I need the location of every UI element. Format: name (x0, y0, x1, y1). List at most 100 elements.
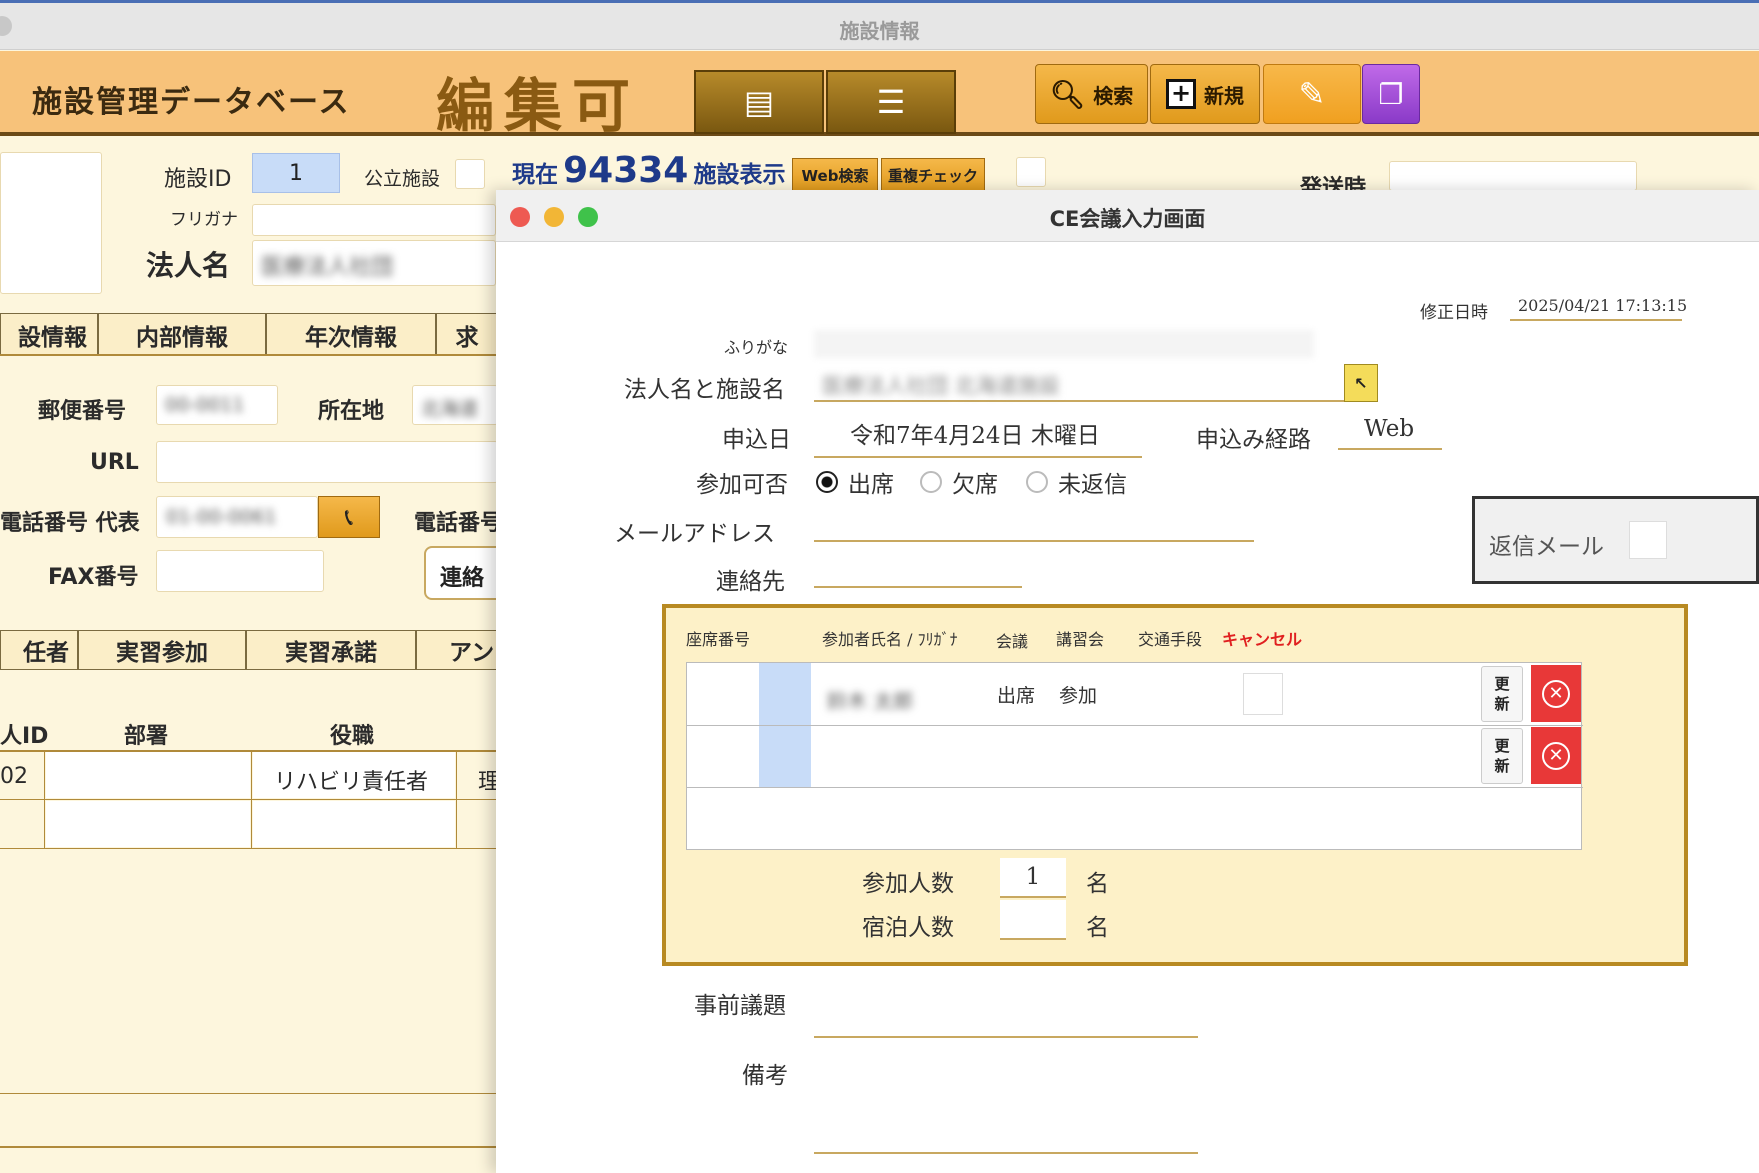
seat-cell[interactable] (687, 726, 759, 787)
location-field[interactable]: 北海道 (412, 385, 498, 425)
new-button[interactable]: + 新規 (1150, 64, 1260, 124)
transport-cell[interactable] (1243, 673, 1283, 715)
subtab-consent[interactable]: 実習承諾 (246, 630, 416, 670)
postal-label: 郵便番号 (38, 399, 127, 424)
fax-field[interactable] (156, 550, 324, 592)
search-button[interactable]: 🔍︎ 検索 (1035, 64, 1148, 124)
subtab-survey[interactable]: アン (416, 630, 498, 670)
staff-row-line (0, 799, 498, 800)
footer-line (0, 1146, 498, 1148)
facility-id-field[interactable]: 1 (252, 153, 340, 193)
windows-icon: ❐ (1378, 77, 1404, 111)
app-header: 施設管理データベース 編集可 ▤ ☰ 🔍︎ 検索 + 新規 ✎ ❐ (0, 51, 1759, 140)
contact-field[interactable] (814, 556, 1022, 588)
staff-row-line (0, 848, 498, 849)
tab-internal-info[interactable]: 内部情報 (98, 313, 266, 355)
remarks-field[interactable] (814, 1050, 1198, 1154)
staff-dept-cell[interactable] (46, 801, 250, 847)
participant-count-field[interactable]: 1 (1000, 858, 1066, 898)
seat-cell[interactable] (687, 663, 759, 725)
delete-button[interactable]: ✕ (1531, 727, 1581, 784)
list-view-icon: ☰ (876, 83, 906, 121)
list-view-button[interactable]: ☰ (826, 70, 956, 134)
attend-radio-present[interactable]: 出席 (816, 465, 894, 499)
kana-field[interactable] (252, 204, 496, 236)
public-facility-label: 公立施設 (364, 168, 441, 190)
arrow-up-left-icon: ↖ (1354, 373, 1368, 393)
attend-option-absent: 欠席 (952, 472, 998, 498)
attend-radio-noreply[interactable]: 未返信 (1026, 465, 1127, 499)
subtab-manager[interactable]: 任者 (0, 630, 78, 670)
staff-dept-cell[interactable] (46, 752, 250, 798)
form-view-button[interactable]: ▤ (694, 70, 824, 134)
phone-field[interactable]: 01-00-0061 (156, 496, 318, 538)
edit-status: 編集可 (436, 72, 641, 140)
url-label: URL (90, 450, 139, 475)
contact-button[interactable]: 連絡 (424, 546, 504, 600)
postal-field[interactable]: 00-0011 (156, 385, 278, 425)
dialog-title: CE会議入力画面 (1049, 207, 1206, 231)
attend-label: 参加可否 (696, 472, 788, 498)
reply-mail-checkbox[interactable] (1629, 521, 1667, 559)
route-label: 申込み経路 (1196, 427, 1311, 453)
staff-role-cell-bg[interactable] (253, 801, 455, 847)
current-suffix: 施設表示 (693, 162, 786, 188)
window-titlebar: 施設情報 (0, 0, 1759, 50)
participant-name: 鈴木 太郎 (827, 689, 914, 713)
form-view-icon: ▤ (743, 83, 775, 121)
staff-col-line (44, 750, 45, 848)
participant-name-cell[interactable]: 鈴木 太郎 (827, 685, 913, 714)
row-divider (687, 787, 1583, 788)
delete-button[interactable]: ✕ (1531, 665, 1581, 722)
email-field[interactable] (814, 508, 1254, 542)
furigana-field[interactable] (814, 330, 1314, 358)
duplicate-check-button[interactable]: 重複チェック (881, 158, 985, 192)
participant-count-unit: 名 (1086, 871, 1109, 897)
col-role: 役職 (330, 724, 375, 749)
col-meeting: 会議 (996, 632, 1029, 651)
participant-name-cell[interactable] (811, 726, 991, 787)
stay-count-field[interactable] (1000, 900, 1066, 940)
call-button[interactable]: 📞︎ (318, 496, 380, 538)
radio-empty-icon (1026, 471, 1048, 493)
public-facility-checkbox[interactable] (455, 159, 485, 189)
window-button[interactable]: ❐ (1362, 64, 1420, 124)
tab-annual-info[interactable]: 年次情報 (266, 313, 436, 355)
radio-selected-icon (816, 471, 838, 493)
update-label-2: 新 (1494, 757, 1510, 775)
delete-icon: ✕ (1542, 679, 1570, 708)
update-label-2: 新 (1494, 695, 1510, 713)
col-transport: 交通手段 (1138, 630, 1203, 649)
participants-panel: 座席番号 参加者氏名 / ﾌﾘｶﾞﾅ 会議 講習会 交通手段 キャンセル 鈴木 … (662, 604, 1688, 966)
web-search-button[interactable]: Web検索 (792, 158, 878, 192)
postal-value: 00-0011 (165, 394, 245, 416)
corp-name-field[interactable]: 医療法人社団 (252, 240, 496, 286)
url-field[interactable] (156, 441, 498, 483)
edit-button[interactable]: ✎ (1263, 64, 1361, 124)
tab-divider (0, 354, 498, 356)
name-field[interactable]: 医療法人社団 北海道施設 (814, 364, 1350, 402)
route-value[interactable]: Web (1338, 416, 1442, 450)
tab-more[interactable]: 求 (436, 313, 498, 355)
subtab-practicum[interactable]: 実習参加 (78, 630, 246, 670)
agenda-field[interactable] (814, 980, 1198, 1038)
update-label-1: 更 (1494, 736, 1510, 755)
attend-radio-absent[interactable]: 欠席 (920, 465, 998, 499)
update-button[interactable]: 更 新 (1481, 666, 1523, 722)
option-checkbox[interactable] (1016, 157, 1046, 187)
apply-date-value[interactable]: 令和7年4月24日 木曜日 (814, 416, 1142, 458)
lookup-button[interactable]: ↖ (1344, 364, 1378, 402)
search-icon: 🔍︎ (1049, 77, 1086, 111)
meeting-cell[interactable]: 出席 (997, 681, 1035, 708)
modified-label: 修正日時 (1420, 303, 1488, 323)
col-dept: 部署 (124, 724, 169, 749)
photo-box[interactable] (0, 152, 102, 294)
tab-facility-info[interactable]: 設情報 (0, 313, 98, 355)
update-button[interactable]: 更 新 (1481, 728, 1523, 784)
corp-name-value: 医療法人社団 (261, 255, 394, 280)
send-time-field[interactable] (1389, 161, 1637, 191)
name-value: 医療法人社団 北海道施設 (822, 374, 1060, 398)
lecture-cell[interactable]: 参加 (1059, 681, 1097, 708)
staff-role-cell: リハビリ責任者 (274, 770, 429, 795)
remarks-label: 備考 (742, 1063, 788, 1089)
